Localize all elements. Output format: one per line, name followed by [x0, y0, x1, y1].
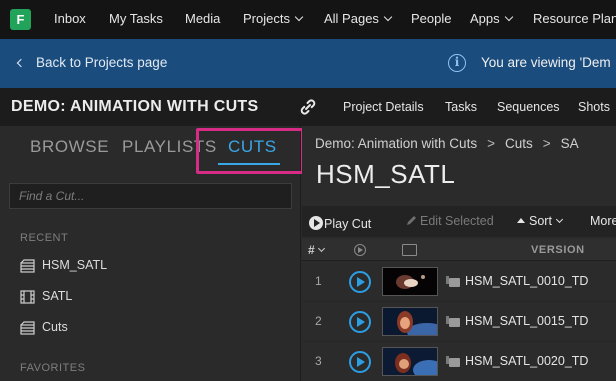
cut-icon	[20, 321, 35, 335]
play-cut-button[interactable]: Play Cut	[309, 214, 371, 231]
play-version-icon[interactable]	[349, 351, 371, 373]
nav-my-tasks[interactable]: My Tasks	[109, 11, 163, 26]
recent-item-label: HSM_SATL	[42, 258, 108, 272]
nav-people-label: People	[411, 11, 452, 26]
nav-projects-label: Projects	[243, 11, 290, 26]
cut-detail-panel: Demo: Animation with Cuts > Cuts > SA HSM_SA…	[302, 126, 616, 381]
recent-section-label: RECENT	[20, 232, 69, 244]
cut-icon	[20, 259, 35, 273]
version-name[interactable]: HSM_SATL_0015_TD	[465, 314, 588, 328]
edit-selected-label: Edit Selected	[420, 214, 494, 228]
recent-item-label: SATL	[42, 289, 73, 303]
column-header-version[interactable]: VERSION	[531, 244, 585, 256]
row-number: 3	[315, 354, 322, 368]
cut-toolbar: Play Cut Edit Selected Sort More	[302, 206, 616, 237]
more-button[interactable]: More	[590, 214, 616, 228]
nav-people[interactable]: People	[411, 11, 451, 26]
edit-selected-button[interactable]: Edit Selected	[406, 214, 494, 228]
tab-tasks[interactable]: Tasks	[445, 100, 477, 114]
nav-all-pages-label: All Pages	[324, 11, 379, 26]
chevron-down-icon	[504, 12, 513, 22]
back-link-label: Back to Projects page	[36, 55, 168, 70]
nav-media[interactable]: Media	[185, 11, 220, 26]
nav-apps[interactable]: Apps	[470, 11, 513, 26]
link-icon[interactable]	[298, 98, 318, 116]
tab-project-details[interactable]: Project Details	[343, 100, 424, 114]
version-thumbnail[interactable]	[382, 267, 438, 296]
chevron-left-icon	[16, 58, 26, 68]
recent-item-label: Cuts	[42, 320, 68, 334]
cut-title: HSM_SATL	[316, 159, 456, 189]
tab-sequences[interactable]: Sequences	[497, 100, 560, 114]
annotation-highlight-box	[196, 128, 304, 174]
breadcrumb: Demo: Animation with Cuts > Cuts > SA	[315, 136, 579, 151]
play-version-icon[interactable]	[349, 311, 371, 333]
sequence-icon	[20, 290, 35, 304]
version-table-header: # VERSION	[302, 239, 616, 261]
tab-browse[interactable]: BROWSE	[30, 137, 109, 157]
version-thumbnail[interactable]	[382, 307, 438, 336]
table-row[interactable]: 2 HSM_SATL_0015_TD	[302, 302, 616, 342]
project-header: DEMO: ANIMATION WITH CUTS Project Detail…	[0, 88, 616, 126]
recent-item-cuts[interactable]: Cuts	[20, 319, 220, 337]
play-version-icon[interactable]	[349, 271, 371, 293]
top-navigation-bar: F Inbox My Tasks Media Projects All Page…	[0, 0, 616, 39]
nav-apps-label: Apps	[470, 11, 500, 26]
version-icon	[446, 316, 460, 327]
play-column-icon	[354, 244, 366, 256]
breadcrumb-separator: >	[542, 136, 551, 151]
column-number-label: #	[308, 243, 315, 257]
tab-shots[interactable]: Shots	[578, 100, 610, 114]
nav-all-pages[interactable]: All Pages	[324, 11, 393, 26]
breadcrumb-project[interactable]: Demo: Animation with Cuts	[315, 136, 477, 151]
recent-item-satl[interactable]: SATL	[20, 288, 220, 306]
play-icon	[309, 216, 323, 230]
cuts-sidebar: BROWSE PLAYLISTS CUTS RECENT HSM_SATL SA…	[0, 126, 304, 381]
breadcrumb-current: SA	[560, 136, 579, 151]
sort-label: Sort	[529, 214, 552, 228]
nav-my-tasks-label: My Tasks	[109, 11, 163, 26]
chevron-down-icon	[294, 12, 304, 22]
chevron-down-icon	[383, 12, 393, 22]
table-row[interactable]: 3 HSM_SATL_0020_TD	[302, 342, 616, 381]
project-title: DEMO: ANIMATION WITH CUTS	[11, 98, 259, 115]
play-cut-label: Play Cut	[324, 217, 372, 231]
nav-inbox[interactable]: Inbox	[54, 11, 86, 26]
sort-icon	[517, 218, 525, 223]
version-icon	[446, 276, 460, 287]
version-name[interactable]: HSM_SATL_0020_TD	[465, 354, 588, 368]
nav-media-label: Media	[185, 11, 221, 26]
chevron-down-icon	[317, 244, 325, 253]
nav-resource-planning[interactable]: Resource Plann	[533, 11, 616, 26]
back-to-projects-link[interactable]: Back to Projects page	[16, 55, 168, 70]
chevron-down-icon	[555, 215, 563, 224]
find-cut-search-input[interactable]	[9, 183, 292, 209]
app-logo[interactable]: F	[10, 9, 31, 30]
recent-item-hsm-satl[interactable]: HSM_SATL	[20, 257, 220, 275]
table-row[interactable]: 1 HSM_SATL_0010_TD	[302, 262, 616, 302]
project-banner: Back to Projects page i You are viewing …	[0, 39, 616, 88]
version-thumbnail[interactable]	[382, 347, 438, 376]
breadcrumb-cuts[interactable]: Cuts	[505, 136, 533, 151]
pencil-icon	[407, 216, 416, 225]
version-name[interactable]: HSM_SATL_0010_TD	[465, 274, 588, 288]
row-number: 1	[315, 274, 322, 288]
banner-message: You are viewing 'Dem	[481, 55, 611, 70]
breadcrumb-separator: >	[487, 136, 495, 151]
sort-button[interactable]: Sort	[516, 214, 563, 228]
thumbnail-column-icon	[402, 244, 417, 256]
nav-projects[interactable]: Projects	[243, 11, 304, 26]
version-icon	[446, 356, 460, 367]
column-header-number[interactable]: #	[308, 243, 325, 257]
favorites-section-label: FAVORITES	[20, 362, 86, 374]
row-number: 2	[315, 314, 322, 328]
info-icon: i	[448, 54, 466, 72]
nav-resource-planning-label: Resource Plann	[533, 11, 616, 26]
nav-inbox-label: Inbox	[54, 11, 86, 26]
